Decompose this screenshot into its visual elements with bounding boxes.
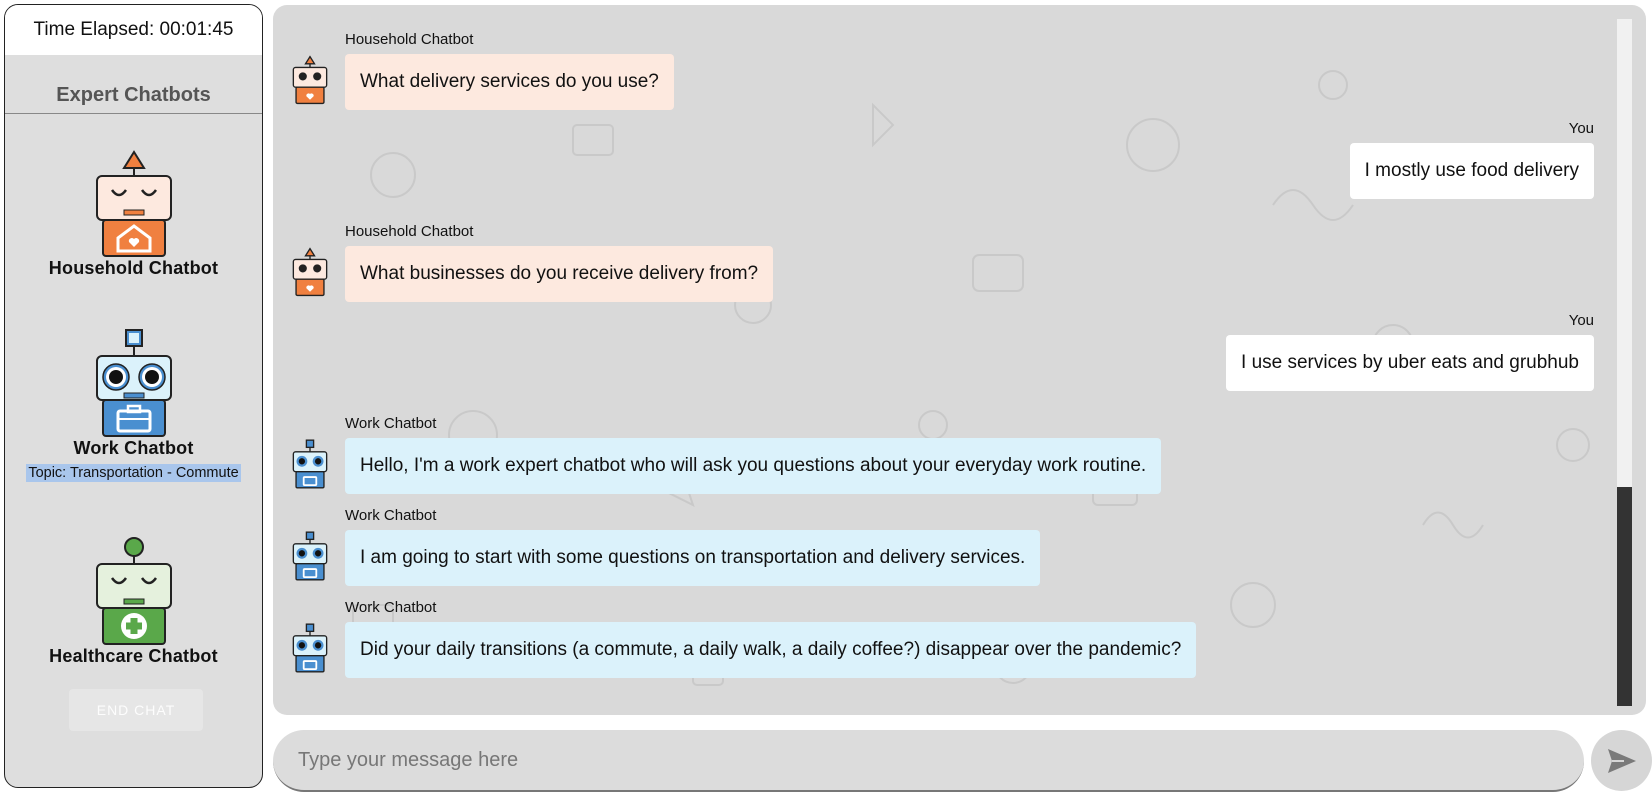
message-sender: Work Chatbot <box>345 507 437 524</box>
bot-name: Household Chatbot <box>48 258 219 278</box>
scrollbar-thumb[interactable] <box>1617 487 1632 706</box>
chat-message: You I mostly use food delivery <box>1349 120 1594 199</box>
chat-message: Household Chatbot What businesses do you… <box>292 223 774 302</box>
message-sender: You <box>1568 312 1594 329</box>
healthcare-robot-icon <box>95 537 172 645</box>
household-chatbot-card[interactable]: Household Chatbot <box>5 150 262 279</box>
chat-message: Household Chatbot What delivery services… <box>292 31 674 110</box>
chat-message: Work Chatbot Hello, I'm a work expert ch… <box>292 415 1162 494</box>
message-sender: Household Chatbot <box>345 223 474 240</box>
chat-scrollbar[interactable] <box>1617 19 1632 706</box>
work-robot-icon <box>292 531 328 581</box>
work-robot-icon <box>292 623 328 673</box>
household-robot-icon <box>292 247 328 297</box>
message-sender: You <box>1568 120 1594 137</box>
send-button[interactable] <box>1591 730 1652 791</box>
message-sender: Work Chatbot <box>345 599 437 616</box>
message-sender: Work Chatbot <box>345 415 437 432</box>
bot-name: Work Chatbot <box>73 438 194 458</box>
work-robot-icon <box>292 439 328 489</box>
chat-window[interactable]: Household Chatbot What delivery services… <box>273 5 1646 715</box>
message-bubble: What businesses do you receive delivery … <box>345 246 774 302</box>
message-sender: Household Chatbot <box>345 31 474 48</box>
household-robot-icon <box>292 55 328 105</box>
send-icon <box>1607 748 1636 773</box>
message-bubble: I mostly use food delivery <box>1349 143 1594 199</box>
bot-topic: Topic: Transportation - Commute <box>26 464 241 482</box>
bot-name: Healthcare Chatbot <box>49 646 218 666</box>
work-robot-icon <box>95 329 172 437</box>
time-elapsed: Time Elapsed: 00:01:45 <box>5 5 262 55</box>
sidebar: Time Elapsed: 00:01:45 Expert Chatbots H… <box>4 4 263 788</box>
message-bubble: Hello, I'm a work expert chatbot who wil… <box>345 438 1162 494</box>
work-chatbot-card[interactable]: Work Chatbot Topic: Transportation - Com… <box>5 328 262 482</box>
message-bubble: I am going to start with some questions … <box>345 530 1041 586</box>
household-robot-icon <box>95 150 172 257</box>
sidebar-title: Expert Chatbots <box>5 84 262 114</box>
message-input-wrapper <box>273 730 1584 792</box>
chat-message: Work Chatbot I am going to start with so… <box>292 507 1041 586</box>
healthcare-chatbot-card[interactable]: Healthcare Chatbot <box>5 536 262 667</box>
message-bubble: Did your daily transitions (a commute, a… <box>345 622 1197 678</box>
chat-message: You I use services by uber eats and grub… <box>1226 312 1594 391</box>
message-input[interactable] <box>273 730 1584 790</box>
chat-message: Work Chatbot Did your daily transitions … <box>292 599 1197 678</box>
message-bubble: What delivery services do you use? <box>345 54 674 110</box>
end-chat-button[interactable]: END CHAT <box>69 689 203 731</box>
message-bubble: I use services by uber eats and grubhub <box>1226 335 1594 391</box>
